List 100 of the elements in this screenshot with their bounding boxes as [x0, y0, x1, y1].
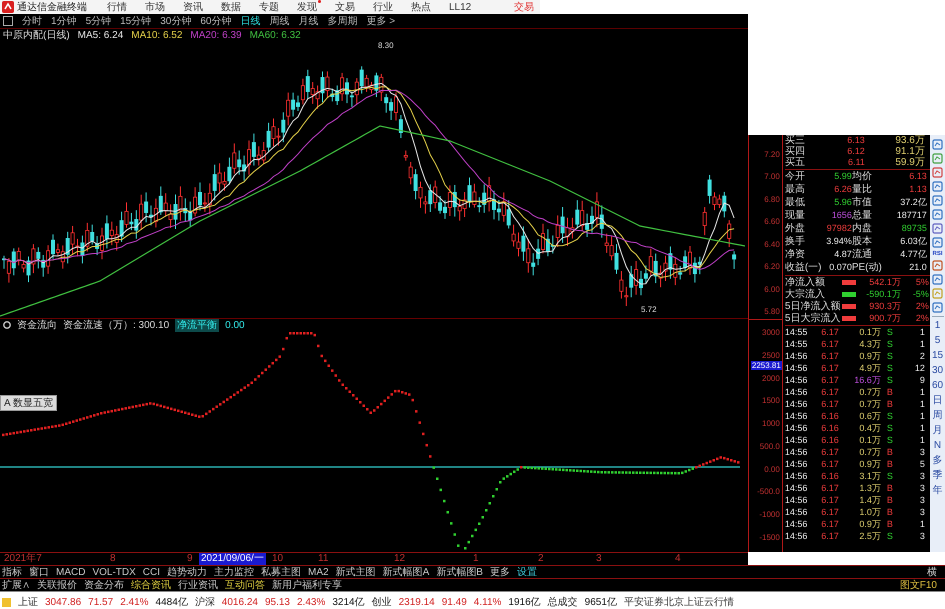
bottom-tab[interactable]: 新用户福利专享 — [272, 578, 342, 592]
period-tab[interactable]: 分时 — [22, 14, 42, 28]
cursor-value-label: 2253.81 — [750, 361, 782, 370]
bottom-tab[interactable]: 新式幅图B — [436, 565, 483, 579]
price-axis-label: 5.80 — [763, 306, 781, 316]
chart-tool-icon[interactable] — [932, 139, 944, 150]
period-tab[interactable]: 周线 — [270, 14, 290, 28]
period-button[interactable]: N — [934, 440, 942, 452]
trade-time: 14:56 — [784, 494, 808, 506]
bottom-tab[interactable]: 行业资讯 — [178, 578, 218, 592]
chart-tool-icon[interactable] — [932, 288, 944, 299]
flow-value: -590.1万 — [865, 288, 901, 300]
bottom-tab[interactable]: 私募主图 — [261, 565, 302, 579]
trade-side: S — [886, 374, 894, 386]
trade-volume: 0.9万 — [858, 518, 881, 530]
bottom-tab[interactable]: 图文F10 — [900, 578, 937, 592]
index-amount: 3214亿 — [332, 596, 365, 609]
chart-tool-icon[interactable] — [932, 195, 944, 206]
moving-average-label: MA60: 6.32 — [250, 30, 301, 40]
period-tab[interactable]: 日线 — [240, 14, 260, 28]
menu-item[interactable]: 市场 — [145, 0, 165, 14]
bottom-tab[interactable]: MACD — [56, 566, 86, 578]
period-button[interactable]: 多 — [932, 455, 943, 467]
stat-value: 6.13 — [908, 171, 927, 182]
chart-tool-icon[interactable] — [932, 237, 944, 248]
indicator-name[interactable]: 资金流向 — [17, 318, 57, 332]
bottom-tab[interactable]: 综合资讯 — [131, 578, 171, 592]
bottom-tab[interactable]: 新式主图 — [336, 565, 376, 579]
period-tab[interactable]: 多周期 — [328, 14, 358, 28]
bottom-tab[interactable]: 资金分布 — [84, 578, 124, 592]
index-name[interactable]: 上证 — [18, 595, 38, 609]
menu-item[interactable]: 发现 — [297, 0, 317, 14]
indicator-axis-label: -1000 — [758, 510, 781, 520]
trade-price: 6.17 — [820, 326, 839, 338]
menu-item[interactable]: 文易 — [335, 0, 355, 14]
bottom-tab[interactable]: 窗口 — [29, 565, 49, 579]
bottom-tab[interactable]: 扩展∧ — [2, 578, 30, 592]
bottom-tab[interactable]: 趋势动力 — [167, 565, 208, 579]
period-button[interactable]: 月 — [932, 425, 943, 437]
period-button[interactable]: 5 — [934, 335, 940, 347]
period-button[interactable]: 30 — [932, 365, 944, 377]
order-label: 买四 — [784, 146, 806, 157]
display-mode-button[interactable]: A 数显五宽 — [0, 395, 57, 411]
chart-tool-icon[interactable] — [932, 153, 944, 164]
chart-tool-icon[interactable] — [932, 302, 944, 313]
trade-volume: 0.7万 — [858, 386, 881, 398]
order-volume: 91.1万 — [894, 146, 925, 157]
period-tab[interactable]: 月线 — [298, 14, 318, 28]
menu-item[interactable]: 行业 — [373, 0, 393, 14]
bottom-tab[interactable]: MA2 — [308, 566, 329, 578]
period-tab[interactable]: 5分钟 — [86, 14, 112, 28]
period-tab[interactable]: 15分钟 — [120, 14, 152, 28]
index-name[interactable]: 沪深 — [194, 595, 215, 609]
bottom-tab[interactable]: 互动问答 — [225, 578, 265, 592]
bottom-tab[interactable]: 新式幅图A — [382, 565, 430, 579]
trade-volume: 4.9万 — [858, 362, 881, 374]
menu-item[interactable]: 专题 — [259, 0, 279, 14]
trade-side: S — [886, 338, 894, 350]
bottom-tab[interactable]: 关联报价 — [37, 578, 77, 592]
menu-item[interactable]: LL12 — [449, 2, 472, 12]
period-tab[interactable]: 更多 > — [366, 14, 396, 28]
trade-volume: 0.1万 — [858, 434, 881, 446]
trade-price: 6.16 — [820, 410, 839, 422]
period-button[interactable]: 60 — [932, 380, 944, 392]
low-price-label: 5.72 — [641, 305, 657, 314]
chart-tool-icon[interactable] — [932, 181, 944, 192]
chart-tool-icon[interactable] — [932, 167, 944, 178]
period-button[interactable]: 周 — [932, 410, 943, 422]
chart-tool-icon[interactable] — [932, 209, 944, 220]
menu-item[interactable]: 资讯 — [183, 0, 203, 14]
period-tab[interactable]: 1分钟 — [51, 14, 77, 28]
index-name[interactable]: 创业 — [372, 595, 392, 609]
menu-item[interactable]: 数据 — [221, 0, 241, 14]
menu-item[interactable]: 行情 — [107, 0, 127, 14]
period-button[interactable]: 季 — [932, 470, 943, 482]
bottom-tab[interactable]: VOL-TDX — [92, 566, 136, 578]
indicator-axis-label: 2500 — [761, 350, 781, 360]
bottom-tab[interactable]: 横 — [927, 565, 937, 579]
bottom-tab[interactable]: 更多 — [490, 565, 510, 579]
trade-count: 1 — [918, 326, 925, 338]
trade-count: 1 — [918, 422, 925, 434]
menu-item[interactable]: 热点 — [411, 0, 431, 14]
period-tab[interactable]: 60分钟 — [200, 14, 232, 28]
period-button[interactable]: 日 — [932, 395, 943, 407]
index-value: 2319.14 — [398, 596, 435, 608]
bottom-tab[interactable]: 指标 — [2, 565, 22, 579]
bottom-tab[interactable]: 设置 — [516, 565, 537, 579]
period-button[interactable]: 年 — [932, 485, 943, 497]
chart-tool-icon[interactable] — [932, 274, 944, 285]
trade-price: 6.16 — [820, 434, 839, 446]
balance-value: 0.00 — [225, 320, 245, 330]
period-button[interactable]: 15 — [932, 350, 944, 362]
bottom-tab[interactable]: 主力监控 — [214, 565, 254, 579]
period-button[interactable]: 1 — [934, 320, 940, 332]
period-tab[interactable]: 30分钟 — [160, 14, 192, 28]
bottom-tab[interactable]: CCI — [142, 566, 160, 578]
chart-tool-icon[interactable] — [932, 260, 944, 271]
trade-menu-item[interactable]: 交易 — [514, 0, 534, 14]
window-icon[interactable] — [3, 16, 13, 26]
chart-tool-icon[interactable] — [932, 223, 944, 234]
